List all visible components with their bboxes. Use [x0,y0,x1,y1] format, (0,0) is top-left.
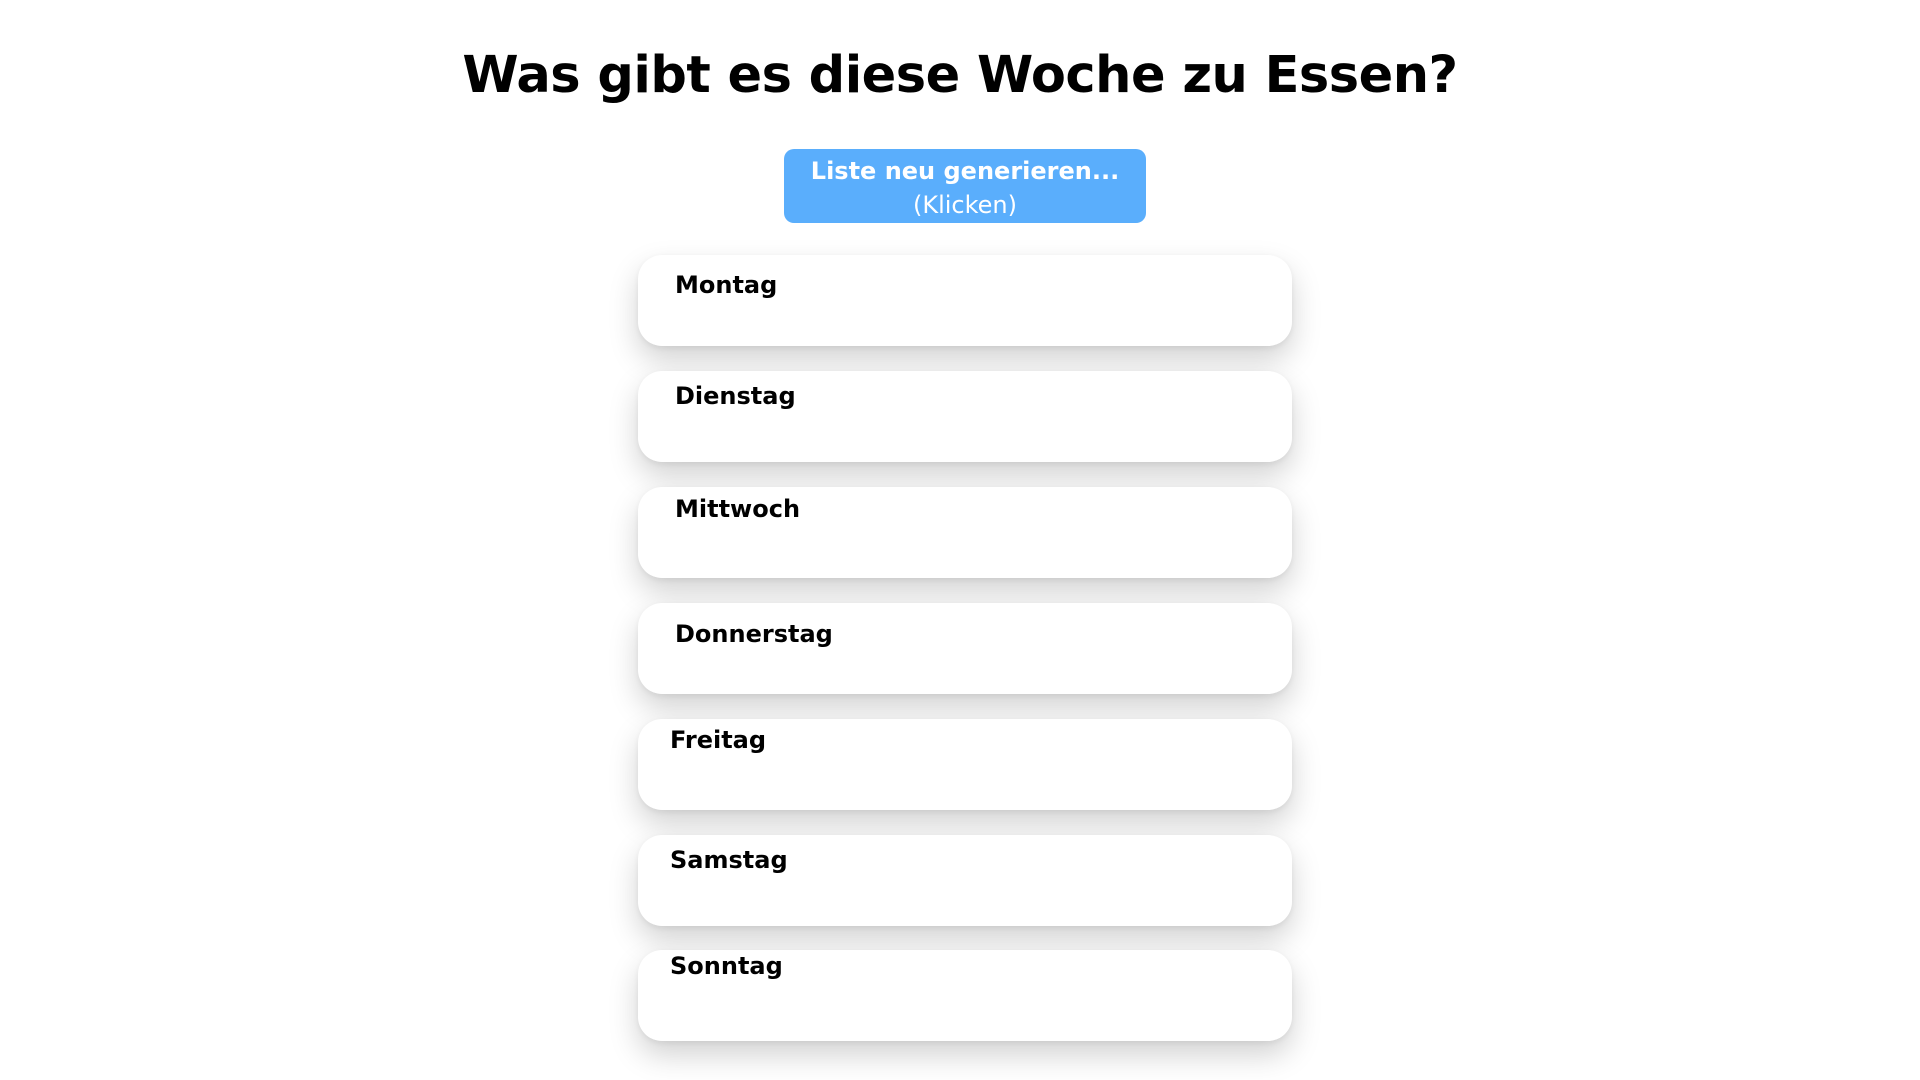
day-card-freitag: Freitag [638,719,1292,810]
page-title: Was gibt es diese Woche zu Essen? [462,46,1458,105]
regenerate-list-button[interactable]: Liste neu generieren... (Klicken) [784,149,1146,223]
regenerate-button-hint: (Klicken) [912,190,1017,219]
regenerate-button-label: Liste neu generieren... [810,156,1120,185]
day-card-samstag: Samstag [638,835,1292,926]
day-label-donnerstag: Donnerstag [675,620,833,648]
day-card-sonntag: Sonntag [638,950,1292,1041]
day-label-montag: Montag [675,271,778,299]
day-label-samstag: Samstag [670,846,788,874]
day-label-freitag: Freitag [670,726,767,754]
day-card-mittwoch: Mittwoch [638,487,1292,578]
day-label-sonntag: Sonntag [670,952,783,980]
meal-planner-page: Was gibt es diese Woche zu Essen? Liste … [0,0,1920,1080]
day-label-dienstag: Dienstag [675,382,796,410]
day-label-mittwoch: Mittwoch [675,495,801,523]
day-card-donnerstag: Donnerstag [638,603,1292,694]
day-card-dienstag: Dienstag [638,371,1292,462]
day-card-montag: Montag [638,255,1292,346]
